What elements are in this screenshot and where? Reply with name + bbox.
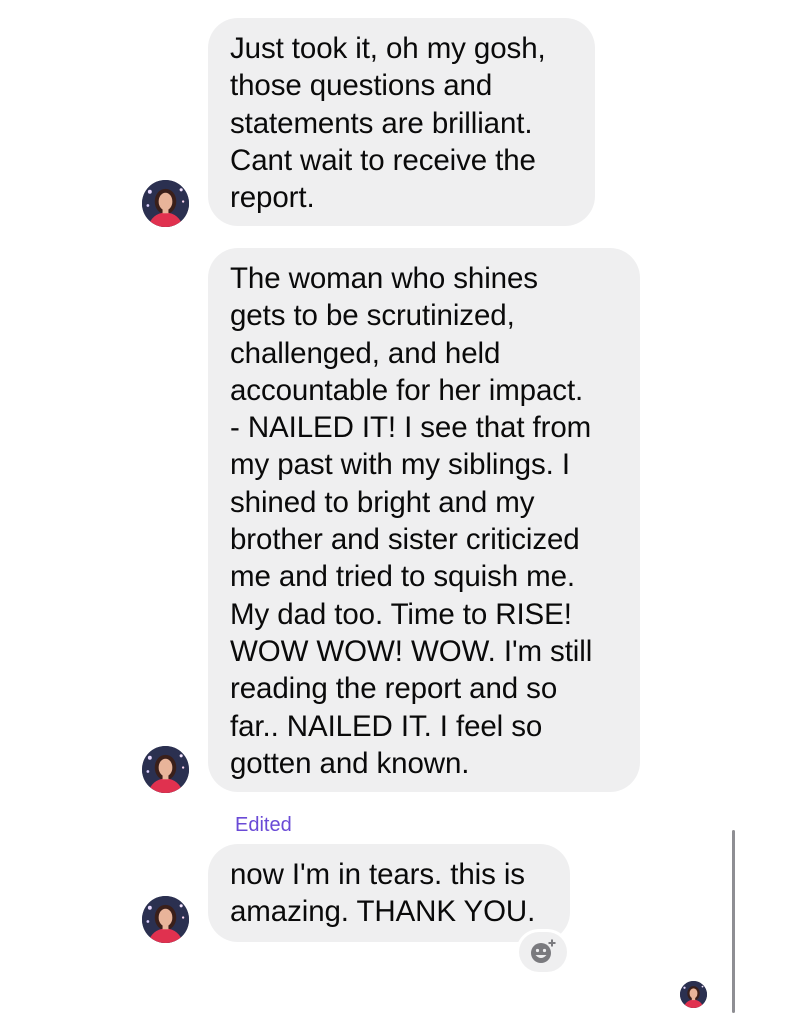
sender-avatar[interactable] xyxy=(142,896,189,943)
read-receipt-avatar xyxy=(680,981,707,1008)
message-bubble[interactable]: The woman who shines gets to be scrutini… xyxy=(208,248,640,792)
add-reaction-button[interactable] xyxy=(519,932,567,972)
sender-avatar[interactable] xyxy=(142,180,189,227)
message-bubble[interactable]: Just took it, oh my gosh, those question… xyxy=(208,18,595,226)
avatar-photo-icon xyxy=(680,981,707,1008)
avatar-photo-icon xyxy=(142,746,189,793)
scrollbar[interactable] xyxy=(732,830,735,1013)
edited-label: Edited xyxy=(235,814,292,836)
message-bubble[interactable]: now I'm in tears. this is amazing. THANK… xyxy=(208,844,570,942)
avatar-photo-icon xyxy=(142,180,189,227)
avatar-photo-icon xyxy=(142,896,189,943)
add-reaction-smiley-icon xyxy=(531,939,556,963)
sender-avatar[interactable] xyxy=(142,746,189,793)
